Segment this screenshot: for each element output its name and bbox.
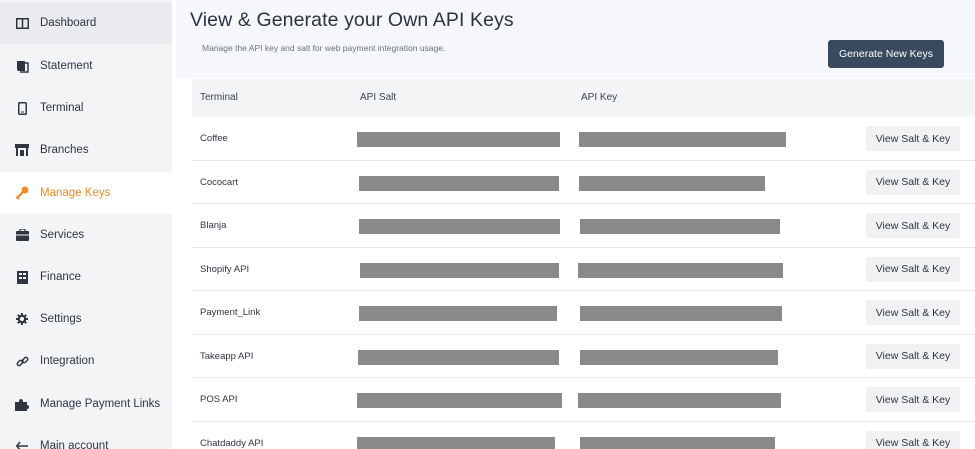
api-keys-table: Terminal API Salt API Key Coffee View Sa…	[192, 79, 975, 449]
sidebar-item-manage-keys[interactable]: Manage Keys	[0, 172, 172, 214]
view-salt-key-button[interactable]: View Salt & Key	[866, 256, 960, 282]
sidebar-item-label: Integration	[40, 355, 95, 367]
sidebar-item-branches[interactable]: Branches	[0, 129, 172, 171]
sidebar-item-label: Terminal	[40, 102, 84, 114]
sidebar-item-main-account[interactable]: Main account	[0, 425, 172, 449]
masked-api-key	[578, 262, 783, 278]
terminal-name: Takeapp API	[200, 350, 254, 362]
column-header-api-salt: API Salt	[360, 92, 397, 103]
table-header: Terminal API Salt API Key	[192, 79, 975, 117]
masked-api-key	[580, 219, 780, 234]
branches-icon	[14, 142, 30, 158]
sidebar-item-label: Statement	[40, 60, 93, 72]
sidebar-item-label: Manage Payment Links	[40, 398, 161, 410]
sidebar-item-label: Settings	[40, 313, 82, 325]
masked-api-key	[579, 175, 765, 191]
sidebar-item-label: Finance	[40, 271, 81, 283]
masked-api-key	[578, 393, 781, 408]
sidebar-item-label: Manage Keys	[40, 187, 111, 199]
column-header-terminal: Terminal	[200, 92, 238, 103]
sidebar-item-label: Main account	[40, 440, 109, 449]
sidebar-item-statement[interactable]: Statement	[0, 45, 172, 87]
table-row: Chatdaddy API View Salt & Key	[192, 421, 975, 449]
sidebar-item-label: Dashboard	[40, 17, 97, 29]
sidebar-item-manage-payment-links[interactable]: Manage Payment Links	[0, 383, 172, 425]
statement-icon	[14, 58, 30, 74]
masked-api-key	[580, 306, 782, 321]
table-row: Cococart View Salt & Key	[192, 160, 975, 204]
page-header: View & Generate your Own API Keys Manage…	[176, 0, 975, 78]
main-content: View & Generate your Own API Keys Manage…	[176, 0, 975, 449]
terminal-name: POS API	[200, 394, 238, 405]
sidebar-item-integration[interactable]: Integration	[0, 340, 172, 382]
terminal-name: Cococart	[200, 176, 239, 188]
masked-api-salt	[357, 132, 560, 147]
generate-new-keys-button[interactable]: Generate New Keys	[828, 40, 944, 68]
terminal-name: Coffee	[200, 133, 228, 144]
key-icon	[14, 185, 30, 201]
page-subtitle: Manage the API key and salt for web paym…	[202, 43, 446, 53]
terminal-icon	[14, 100, 30, 116]
view-salt-key-button[interactable]: View Salt & Key	[866, 213, 960, 238]
column-header-api-key: API Key	[581, 92, 618, 103]
masked-api-salt	[357, 436, 555, 449]
puzzle-icon	[14, 396, 30, 412]
view-salt-key-button[interactable]: View Salt & Key	[866, 300, 960, 325]
terminal-name: Shopify API	[200, 263, 250, 275]
terminal-name: Blanja	[200, 220, 227, 231]
view-salt-key-button[interactable]: View Salt & Key	[866, 430, 960, 449]
sidebar-item-settings[interactable]: Settings	[0, 298, 172, 340]
table-row: Blanja View Salt & Key	[192, 204, 975, 248]
masked-api-salt	[359, 175, 559, 191]
terminal-name: Payment_Link	[200, 307, 261, 318]
table-row: Shopify API View Salt & Key	[192, 247, 975, 291]
sidebar-item-label: Branches	[40, 144, 89, 156]
sidebar-item-label: Services	[40, 229, 85, 241]
masked-api-key	[580, 349, 778, 365]
masked-api-salt	[359, 306, 557, 321]
terminal-name: Chatdaddy API	[200, 437, 264, 449]
masked-api-salt	[357, 393, 562, 408]
table-row: Takeapp API View Salt & Key	[192, 334, 975, 378]
table-row: Payment_Link View Salt & Key	[192, 291, 975, 335]
finance-icon	[14, 269, 30, 285]
sidebar-item-terminal[interactable]: Terminal	[0, 87, 172, 129]
services-icon	[14, 227, 30, 243]
gear-icon	[14, 311, 30, 327]
sidebar-item-dashboard[interactable]: Dashboard	[0, 2, 172, 44]
masked-api-key	[579, 132, 786, 147]
sidebar: Dashboard Statement Terminal Branches Ma…	[0, 0, 172, 449]
masked-api-key	[580, 436, 775, 449]
dashboard-icon	[14, 15, 30, 31]
table-row: POS API View Salt & Key	[192, 378, 975, 422]
sidebar-item-services[interactable]: Services	[0, 214, 172, 256]
sidebar-item-finance[interactable]: Finance	[0, 256, 172, 298]
view-salt-key-button[interactable]: View Salt & Key	[866, 387, 960, 412]
link-icon	[14, 353, 30, 369]
arrow-left-icon	[14, 438, 30, 449]
view-salt-key-button[interactable]: View Salt & Key	[866, 169, 960, 195]
masked-api-salt	[359, 219, 560, 234]
view-salt-key-button[interactable]: View Salt & Key	[866, 343, 960, 369]
page-title: View & Generate your Own API Keys	[190, 9, 514, 31]
masked-api-salt	[358, 349, 559, 365]
masked-api-salt	[360, 262, 559, 278]
view-salt-key-button[interactable]: View Salt & Key	[866, 126, 960, 151]
table-row: Coffee View Salt & Key	[192, 117, 975, 161]
